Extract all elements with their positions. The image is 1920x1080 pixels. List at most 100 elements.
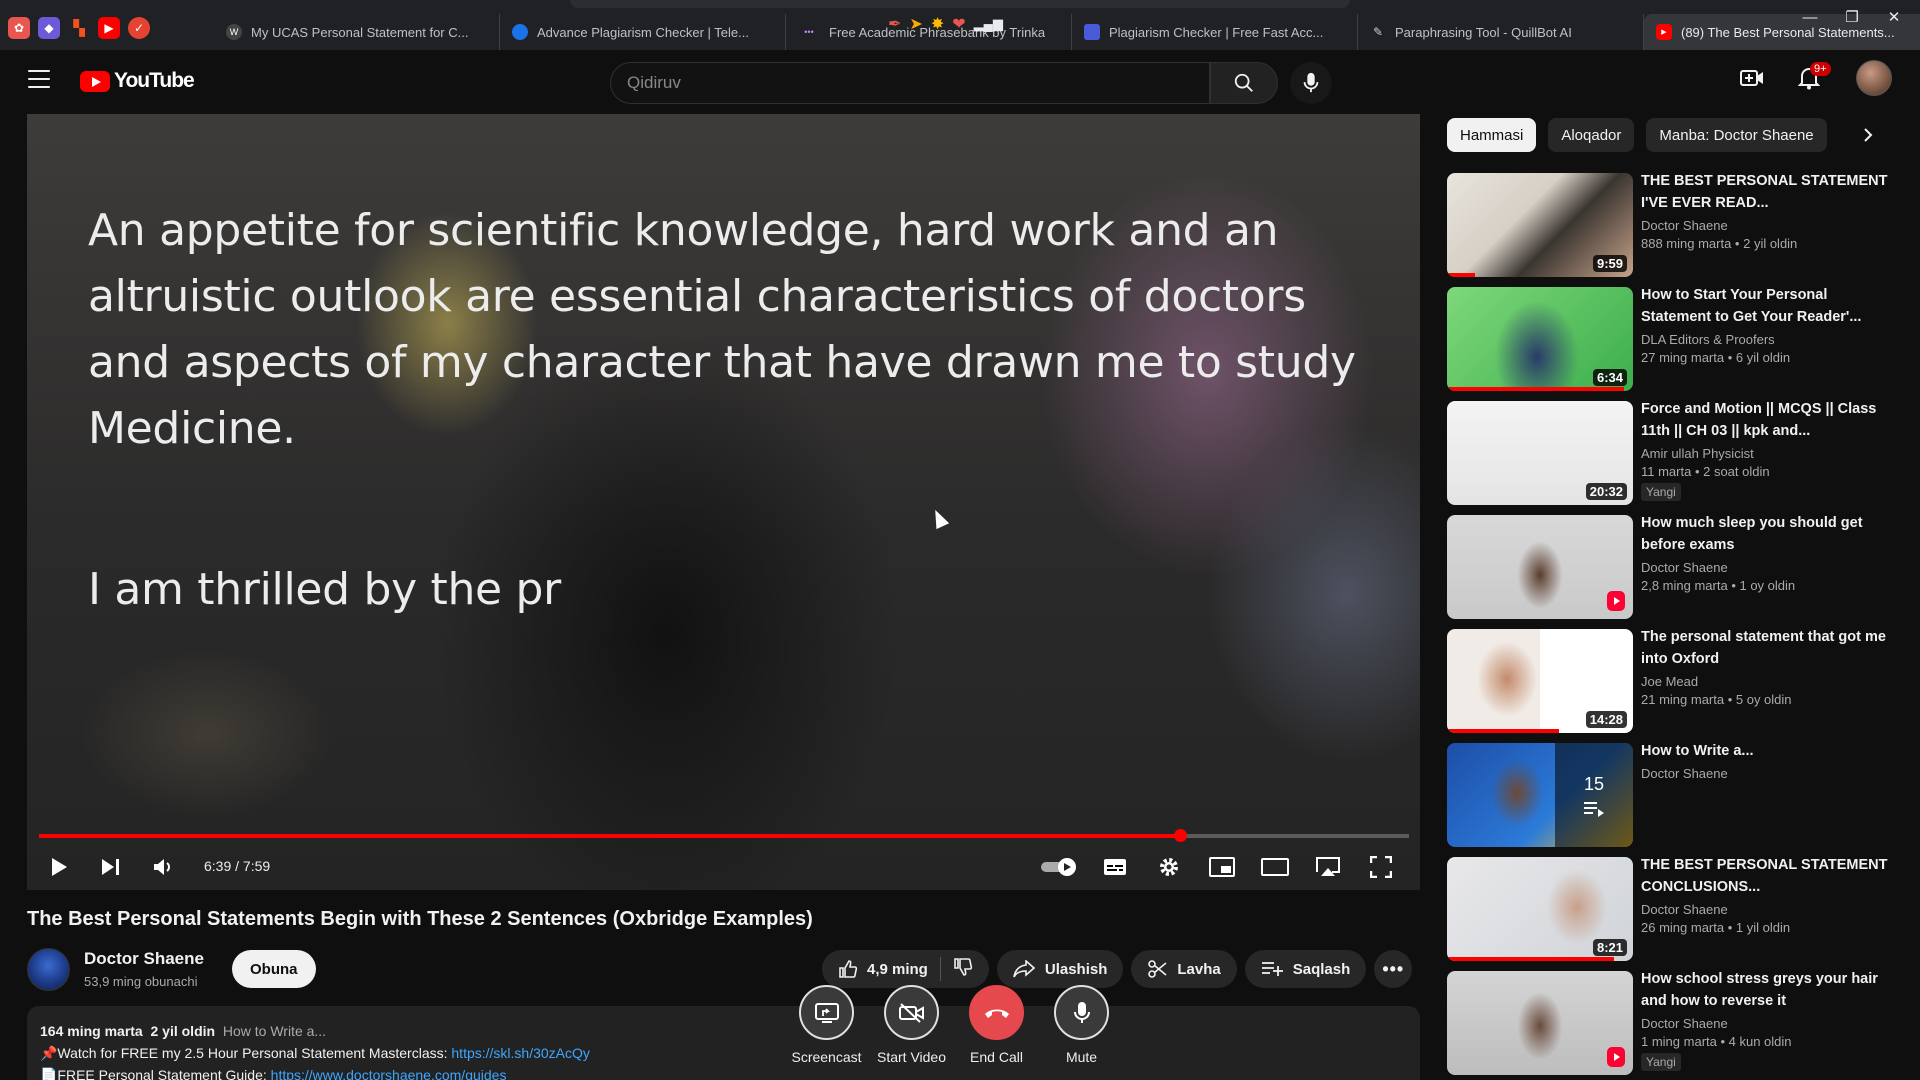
channel-name[interactable]: Joe Mead <box>1641 674 1901 689</box>
channel-name[interactable]: Doctor Shaene <box>1641 902 1901 917</box>
video-title[interactable]: THE BEST PERSONAL STATEMENT CONCLUSIONS.… <box>1641 854 1901 898</box>
clip-button[interactable]: Lavha <box>1131 950 1237 988</box>
pinned-tab-app-icon[interactable]: ✿ <box>8 17 30 39</box>
video-title[interactable]: How school stress greys your hair and ho… <box>1641 968 1901 1012</box>
video-title[interactable]: The personal statement that got me into … <box>1641 626 1901 670</box>
video-info: The personal statement that got me into … <box>1641 626 1901 707</box>
video-thumbnail[interactable]: 14:28 <box>1447 629 1633 733</box>
video-thumbnail[interactable] <box>1447 971 1633 1075</box>
video-thumbnail[interactable]: 9:59 <box>1447 173 1633 277</box>
video-meta: 11 marta • 2 soat oldin <box>1641 464 1770 479</box>
recommended-video[interactable]: 6:34 How to Start Your Personal Statemen… <box>1447 287 1907 391</box>
start-video-button[interactable]: Start Video <box>877 985 946 1065</box>
end-call-button[interactable]: End Call <box>964 985 1029 1065</box>
description-box[interactable]: 164 ming marta 2 yil oldin How to Write … <box>27 1006 1420 1080</box>
progress-bar[interactable] <box>39 829 1409 842</box>
masterclass-link[interactable]: https://skl.sh/30zAcQy <box>451 1045 590 1061</box>
mute-button[interactable]: Mute <box>1049 985 1114 1065</box>
chip-from-channel[interactable]: Manba: Doctor Shaene <box>1646 118 1827 152</box>
browser-tab-strip: ✿ ◆ ▚ ▶ ✓ W My UCAS Personal Statement fo… <box>0 0 1920 50</box>
search-box <box>610 62 1210 104</box>
youtube-logo[interactable]: YouTube <box>80 69 195 93</box>
search-button[interactable] <box>1210 62 1278 104</box>
chip-all[interactable]: Hammasi <box>1447 118 1537 152</box>
play-button[interactable] <box>41 844 77 890</box>
volume-button[interactable] <box>145 844 181 890</box>
channel-name[interactable]: Doctor Shaene <box>1641 1016 1901 1031</box>
recommended-video[interactable]: 8:21 THE BEST PERSONAL STATEMENT CONCLUS… <box>1447 857 1907 961</box>
filter-chips: Hammasi Aloqador Manba: Doctor Shaene <box>1447 118 1827 152</box>
create-video-icon[interactable] <box>1740 67 1764 89</box>
theater-mode-button[interactable] <box>1255 844 1295 890</box>
video-info: How to Start Your Personal Statement to … <box>1641 284 1901 365</box>
settings-button[interactable] <box>1149 844 1189 890</box>
video-title[interactable]: How to Write a... <box>1641 740 1901 762</box>
menu-icon[interactable] <box>28 70 50 88</box>
video-title[interactable]: Force and Motion || MCQS || Class 11th |… <box>1641 398 1901 442</box>
pinned-tab-todoist-icon[interactable]: ✓ <box>128 17 150 39</box>
search-input[interactable] <box>627 73 1193 93</box>
recommended-playlist[interactable]: 15 How to Write a... Doctor Shaene <box>1447 743 1907 847</box>
screencast-button[interactable]: Screencast <box>791 985 862 1065</box>
description-meta: 164 ming marta 2 yil oldin How to Write … <box>40 1023 327 1039</box>
playlist-hint[interactable]: How to Write a... <box>223 1023 326 1039</box>
miniplayer-icon <box>1209 857 1235 877</box>
video-title[interactable]: How to Start Your Personal Statement to … <box>1641 284 1901 328</box>
volume-icon <box>154 859 170 875</box>
account-avatar[interactable] <box>1856 60 1892 96</box>
channel-name[interactable]: Doctor Shaene <box>1641 218 1901 233</box>
restore-icon[interactable]: ❐ <box>1834 4 1870 30</box>
minimize-icon[interactable]: — <box>1792 4 1828 30</box>
cast-button[interactable] <box>1308 844 1348 890</box>
pinned-tab-youtube-icon[interactable]: ▶ <box>98 17 120 39</box>
miniplayer-button[interactable] <box>1202 844 1242 890</box>
browser-tab[interactable]: Plagiarism Checker | Free Fast Acc... <box>1072 14 1358 50</box>
browser-tab[interactable]: W My UCAS Personal Statement for C... <box>214 14 500 50</box>
save-button[interactable]: Saqlash <box>1244 950 1367 988</box>
channel-name[interactable]: Doctor Shaene <box>1641 766 1901 781</box>
recommended-video[interactable]: 20:32 Force and Motion || MCQS || Class … <box>1447 401 1907 505</box>
dislike-button[interactable] <box>953 957 973 981</box>
window-controls: — ❐ ✕ <box>1792 4 1912 30</box>
pinned-tab-app-icon[interactable]: ▚ <box>68 17 90 39</box>
autoplay-toggle[interactable] <box>1037 844 1081 890</box>
recommended-video[interactable]: 9:59 THE BEST PERSONAL STATEMENT I'VE EV… <box>1447 173 1907 277</box>
chips-next-button[interactable] <box>1852 118 1884 152</box>
channel-name[interactable]: Doctor Shaene <box>84 949 204 969</box>
share-button[interactable]: Ulashish <box>996 950 1124 988</box>
like-button[interactable]: 4,9 ming <box>838 959 928 979</box>
video-thumbnail[interactable]: 20:32 <box>1447 401 1633 505</box>
voice-search-button[interactable] <box>1290 62 1332 104</box>
progress-scrubber[interactable] <box>1174 829 1188 842</box>
subscribe-button[interactable]: Obuna <box>232 950 316 988</box>
chip-related[interactable]: Aloqador <box>1548 118 1635 152</box>
browser-tab[interactable]: Advance Plagiarism Checker | Tele... <box>500 14 786 50</box>
video-thumbnail[interactable]: 8:21 <box>1447 857 1633 961</box>
recommended-video[interactable]: How much sleep you should get before exa… <box>1447 515 1907 619</box>
channel-avatar[interactable] <box>27 948 70 991</box>
playlist-thumbnail[interactable]: 15 <box>1447 743 1633 847</box>
recommended-video[interactable]: How school stress greys your hair and ho… <box>1447 971 1907 1075</box>
playlist-icon <box>1584 801 1604 817</box>
shorts-icon <box>1607 591 1625 611</box>
browser-tab[interactable]: ✎ Paraphrasing Tool - QuillBot AI <box>1358 14 1644 50</box>
fullscreen-button[interactable] <box>1361 844 1401 890</box>
channel-name[interactable]: DLA Editors & Proofers <box>1641 332 1901 347</box>
guide-link[interactable]: https://www.doctorshaene.com/guides <box>271 1067 507 1080</box>
video-player[interactable]: An appetite for scientific knowledge, ha… <box>27 114 1420 890</box>
more-actions-button[interactable]: ••• <box>1374 950 1413 988</box>
subtitles-button[interactable] <box>1095 844 1135 890</box>
signal-icon: ▂▄▆ <box>973 16 1003 31</box>
next-button[interactable] <box>93 844 129 890</box>
video-title[interactable]: THE BEST PERSONAL STATEMENT I'VE EVER RE… <box>1641 170 1901 214</box>
video-thumbnail[interactable] <box>1447 515 1633 619</box>
pinned-tab-app-icon[interactable]: ◆ <box>38 17 60 39</box>
playlist-add-icon <box>1261 962 1283 976</box>
video-thumbnail[interactable]: 6:34 <box>1447 287 1633 391</box>
video-title[interactable]: How much sleep you should get before exa… <box>1641 512 1901 556</box>
close-icon[interactable]: ✕ <box>1876 4 1912 30</box>
channel-name[interactable]: Amir ullah Physicist <box>1641 446 1901 461</box>
notifications-button[interactable]: 9+ <box>1797 62 1831 90</box>
recommended-video[interactable]: 14:28 The personal statement that got me… <box>1447 629 1907 733</box>
channel-name[interactable]: Doctor Shaene <box>1641 560 1901 575</box>
